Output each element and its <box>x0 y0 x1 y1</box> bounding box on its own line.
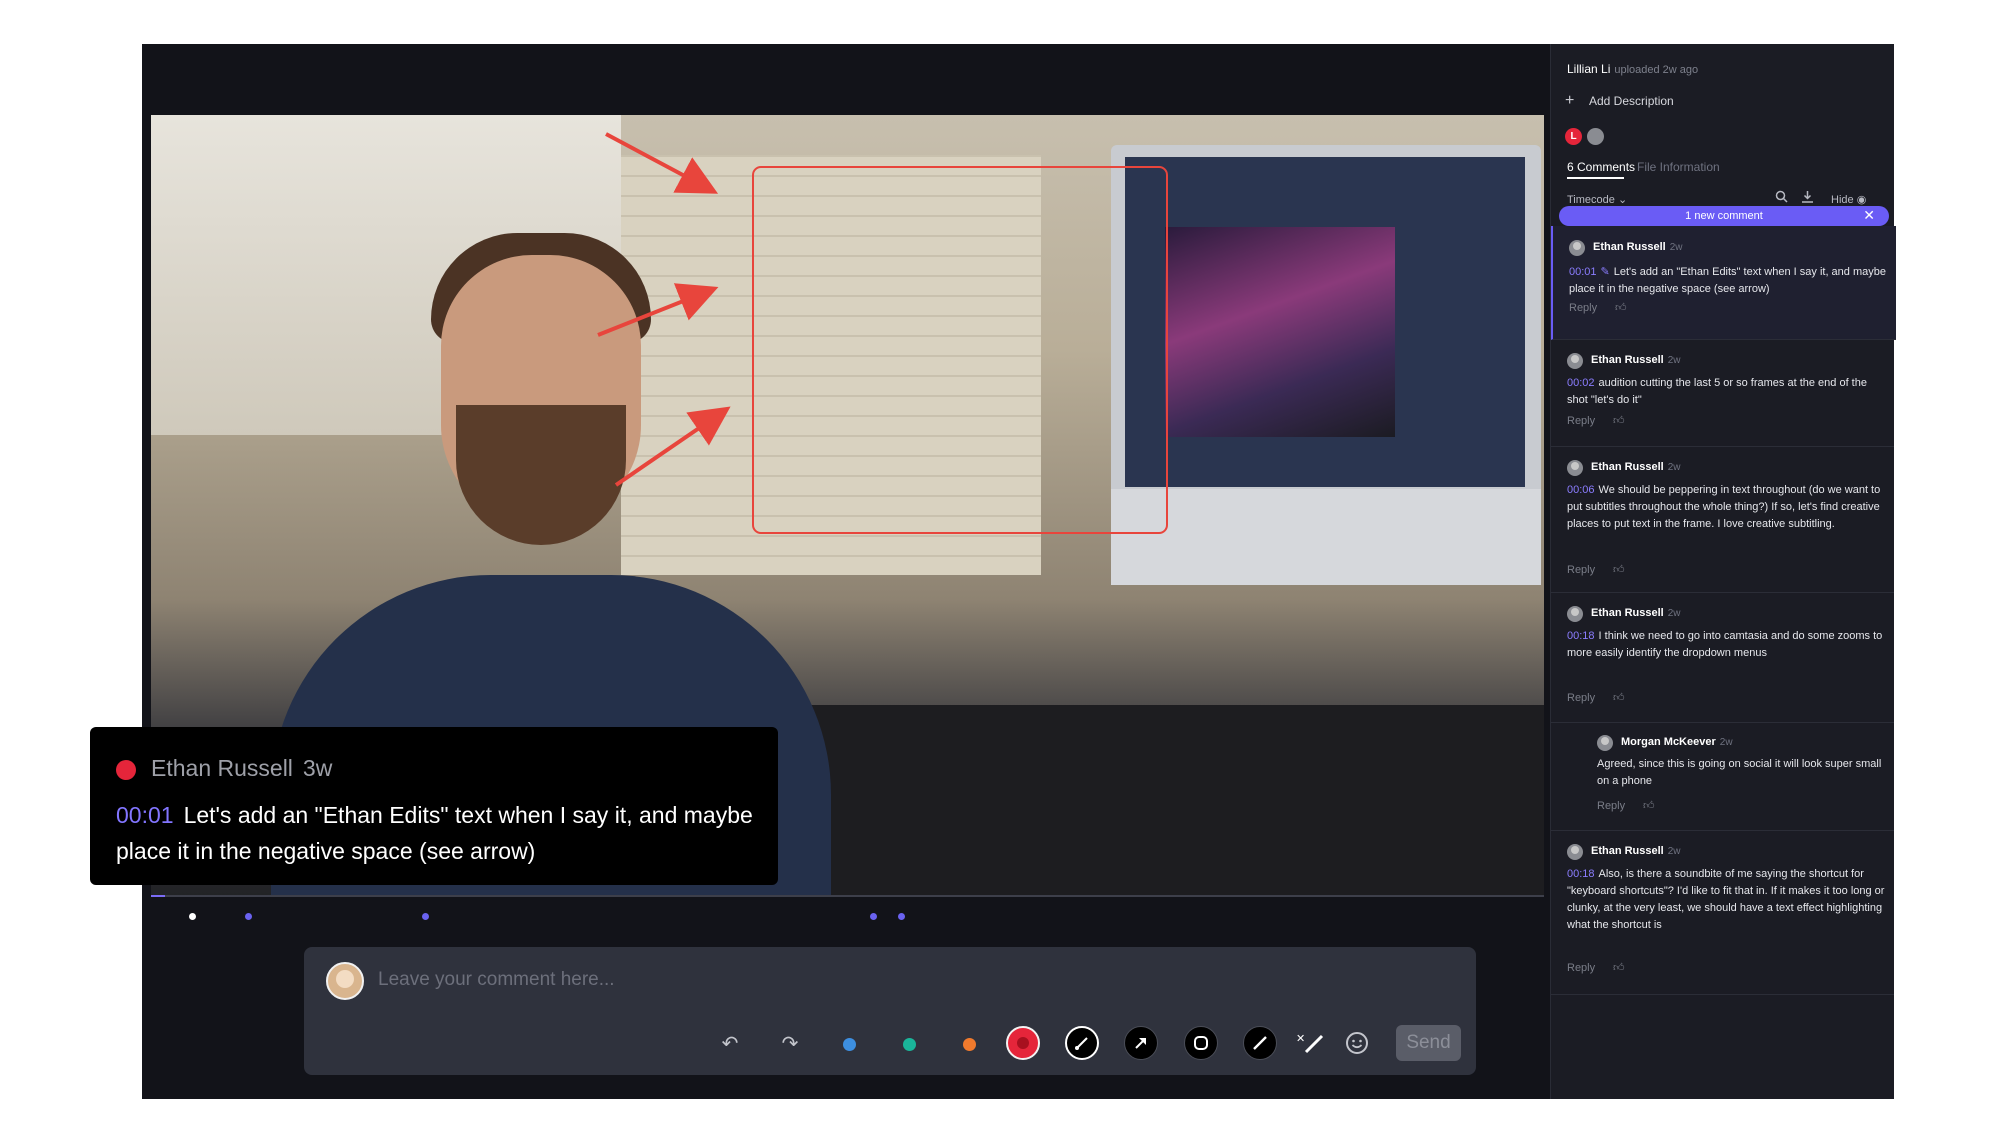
clear-drawing-icon[interactable]: ✕ <box>1294 1026 1328 1060</box>
comment-item[interactable]: Ethan Russell 2w 00:01 ✎ Let's add an "Etha… <box>1551 226 1896 340</box>
active-tab-indicator <box>1567 177 1624 179</box>
color-orange-swatch[interactable] <box>963 1038 976 1051</box>
caption-author: Ethan Russell 3w <box>151 755 333 781</box>
send-button[interactable]: Send <box>1396 1025 1461 1061</box>
comment-author: Ethan Russell 2w <box>1591 607 1681 619</box>
comments-sidebar: Lillian Li uploaded 2w ago + Add Descripti… <box>1550 44 1896 1099</box>
uploader-line: Lillian Li uploaded 2w ago <box>1567 62 1698 76</box>
reply-button[interactable]: Reply <box>1567 415 1595 427</box>
timeline-marker[interactable] <box>422 913 429 920</box>
reply-button[interactable]: Reply <box>1597 800 1625 812</box>
add-description-label: Add Description <box>1589 94 1674 108</box>
comment-text: 00:18 I think we need to go into camtasia… <box>1567 630 1883 659</box>
comment-item[interactable]: Ethan Russell 2w 00:02 audition cutting th… <box>1551 339 1894 447</box>
reply-button[interactable]: Reply <box>1567 564 1595 576</box>
drawing-icon: ✎ <box>1600 266 1610 278</box>
download-icon[interactable] <box>1801 190 1814 206</box>
imac-computer <box>1111 145 1541 585</box>
player-stage: ↶ ↷ ✕ S <box>142 44 1550 1099</box>
color-red-swatch-selected[interactable] <box>1006 1026 1040 1060</box>
website-on-screen <box>1165 227 1395 437</box>
reply-button[interactable]: Reply <box>1567 692 1595 704</box>
avatar[interactable]: L <box>1565 128 1582 145</box>
imac-screen <box>1125 157 1525 487</box>
beard <box>456 405 626 545</box>
svg-text:✕: ✕ <box>1296 1032 1305 1045</box>
comment-timecode[interactable]: 00:01 <box>1569 266 1597 278</box>
timeline-marker[interactable] <box>870 913 877 920</box>
comment-author: Ethan Russell 2w <box>1591 461 1681 473</box>
user-avatar <box>326 962 364 1000</box>
timeline-scrubber[interactable] <box>151 895 1544 897</box>
timeline-marker[interactable] <box>189 913 196 920</box>
timeline-marker[interactable] <box>898 913 905 920</box>
hide-comments-button[interactable]: Hide ◉ <box>1831 193 1866 206</box>
comment-text: 00:01 ✎ Let's add an "Ethan Edits" text wh… <box>1569 266 1886 295</box>
brush-icon[interactable] <box>1065 1026 1099 1060</box>
thumbs-up-icon[interactable]: 👍︎ <box>1643 799 1655 812</box>
comment-author: Ethan Russell 2w <box>1591 845 1681 857</box>
check-circle-icon: ◉ <box>1856 194 1867 206</box>
comment-text: 00:02 audition cutting the last 5 or so f… <box>1567 377 1867 406</box>
thumbs-up-icon[interactable]: 👍︎ <box>1613 961 1625 974</box>
comment-author: Morgan McKeever 2w <box>1621 736 1733 748</box>
comment-item[interactable]: Ethan Russell 2w 00:06 We should be pepper… <box>1551 446 1894 593</box>
plus-icon: + <box>1565 92 1575 109</box>
tab-comments[interactable]: 6 Comments <box>1567 160 1635 174</box>
thumbs-up-icon[interactable]: 👍︎ <box>1615 301 1627 314</box>
color-blue-swatch[interactable] <box>843 1038 856 1051</box>
search-icon[interactable] <box>1775 190 1788 206</box>
comment-input[interactable] <box>376 963 1080 997</box>
imac-chin <box>1111 489 1541 585</box>
rectangle-icon[interactable] <box>1184 1026 1218 1060</box>
review-app: ↶ ↷ ✕ S <box>142 44 1896 1099</box>
sort-dropdown[interactable]: Timecode ⌄ <box>1567 193 1627 206</box>
uploader-meta: uploaded 2w ago <box>1614 64 1699 76</box>
avatar <box>1567 460 1583 476</box>
comment-reply-item[interactable]: Morgan McKeever 2w Agreed, since this is … <box>1551 722 1894 831</box>
comment-text: 00:18 Also, is there a soundbite of me sa… <box>1567 868 1885 931</box>
caption-text: 00:01 Let's add an "Ethan Edits" text whe… <box>116 802 753 864</box>
comment-timecode[interactable]: 00:06 <box>1567 484 1595 496</box>
undo-icon[interactable]: ↶ <box>713 1026 747 1060</box>
comment-timecode[interactable]: 00:02 <box>1567 377 1595 389</box>
avatar <box>1567 353 1583 369</box>
thumbs-up-icon[interactable]: 👍︎ <box>1613 563 1625 576</box>
avatar <box>1567 606 1583 622</box>
comment-author: Ethan Russell 2w <box>1591 354 1681 366</box>
avatar <box>1569 240 1585 256</box>
close-icon[interactable]: ✕ <box>1863 207 1875 224</box>
redo-icon[interactable]: ↷ <box>773 1026 807 1060</box>
avatar <box>1567 844 1583 860</box>
comment-author: Ethan Russell 2w <box>1593 241 1683 253</box>
comment-item[interactable]: Ethan Russell 2w 00:18 I think we need to … <box>1551 592 1894 723</box>
comment-text: 00:06 We should be peppering in text thro… <box>1567 484 1881 530</box>
author-status-dot <box>116 760 136 780</box>
arrow-icon[interactable] <box>1124 1026 1158 1060</box>
timeline-marker[interactable] <box>245 913 252 920</box>
reply-button[interactable]: Reply <box>1569 302 1597 314</box>
new-comment-banner[interactable]: 1 new comment ✕ <box>1559 206 1889 226</box>
timeline-progress <box>151 895 165 897</box>
add-description-button[interactable]: + Add Description <box>1565 92 1674 109</box>
comment-timecode[interactable]: 00:18 <box>1567 630 1595 642</box>
thumbs-up-icon[interactable]: 👍︎ <box>1613 691 1625 704</box>
tab-file-information[interactable]: File Information <box>1637 160 1720 174</box>
reply-button[interactable]: Reply <box>1567 962 1595 974</box>
avatar[interactable] <box>1587 128 1604 145</box>
uploader-name[interactable]: Lillian Li <box>1567 62 1610 76</box>
comment-timecode[interactable]: 00:18 <box>1567 868 1595 880</box>
new-comment-label: 1 new comment <box>1685 210 1763 222</box>
comment-caption-overlay: Ethan Russell 3w 00:01 Let's add an "Ethan… <box>90 727 778 885</box>
hide-label: Hide <box>1831 194 1854 206</box>
comment-text: Agreed, since this is going on social it… <box>1597 758 1882 787</box>
comment-item[interactable]: Ethan Russell 2w 00:18 Also, is there a so… <box>1551 830 1894 995</box>
avatar <box>1597 735 1613 751</box>
color-green-swatch[interactable] <box>903 1038 916 1051</box>
thumbs-up-icon[interactable]: 👍︎ <box>1613 414 1625 427</box>
line-icon[interactable] <box>1243 1026 1277 1060</box>
emoji-icon[interactable] <box>1340 1026 1374 1060</box>
caption-timecode[interactable]: 00:01 <box>116 802 174 828</box>
comment-composer: ↶ ↷ ✕ S <box>304 947 1476 1075</box>
